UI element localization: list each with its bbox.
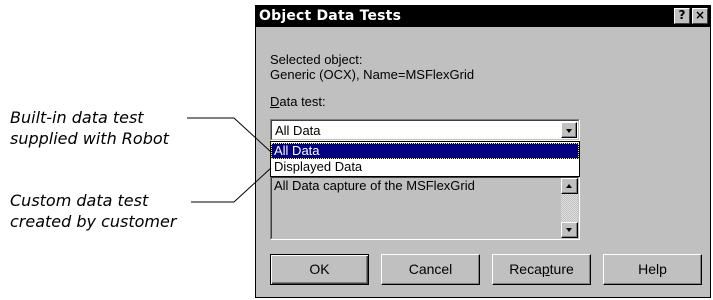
cancel-button[interactable]: Cancel <box>381 254 480 285</box>
data-test-label: Data test: <box>270 94 326 110</box>
builtin-callout-line2: supplied with Robot <box>10 129 169 148</box>
help-button-label: Help <box>638 261 667 277</box>
scroll-down-arrow-icon <box>566 228 572 232</box>
data-test-description-box: All Data capture of the MSFlexGrid <box>270 176 580 240</box>
combobox-dropdown-button[interactable] <box>561 122 577 138</box>
scroll-down-button[interactable] <box>561 222 578 238</box>
help-button[interactable]: Help <box>603 254 702 285</box>
help-icon[interactable]: ? <box>674 8 690 24</box>
scroll-up-button[interactable] <box>561 178 578 194</box>
cancel-button-label: Cancel <box>408 261 453 277</box>
data-test-dropdown-list: All Data Displayed Data <box>270 141 580 177</box>
data-test-combobox-value: All Data <box>275 123 321 138</box>
object-data-tests-dialog: Object Data Tests ? × Selected object: G… <box>255 5 711 298</box>
builtin-callout: Built-in data test supplied with Robot <box>10 107 169 149</box>
scroll-up-arrow-icon <box>566 184 572 188</box>
data-test-label-rest: ata test: <box>279 94 326 109</box>
ok-button[interactable]: OK <box>270 254 369 285</box>
description-scrollbar[interactable] <box>561 178 578 238</box>
dialog-titlebar[interactable]: Object Data Tests ? × <box>256 6 710 27</box>
data-test-combobox[interactable]: All Data <box>270 119 580 141</box>
recapture-label-post: ture <box>549 261 574 277</box>
data-test-description-text: All Data capture of the MSFlexGrid <box>274 178 475 193</box>
recapture-label-pre: Reca <box>509 261 542 277</box>
dropdown-option-displayed-data[interactable]: Displayed Data <box>271 159 579 175</box>
chevron-down-icon <box>566 129 572 133</box>
dialog-title: Object Data Tests <box>259 8 402 24</box>
dropdown-option-all-data[interactable]: All Data <box>271 143 579 159</box>
recapture-button[interactable]: Recapture <box>492 254 591 285</box>
recapture-button-label: Recapture <box>509 261 574 277</box>
data-test-label-hotkey: D <box>270 94 280 109</box>
ok-button-label: OK <box>309 261 330 277</box>
custom-callout-line1: Custom data test <box>10 191 149 210</box>
selected-object-label: Selected object: <box>270 52 363 67</box>
custom-callout-line2: created by customer <box>10 212 177 231</box>
selected-object-value: Generic (OCX), Name=MSFlexGrid <box>270 67 475 82</box>
close-icon[interactable]: × <box>692 8 708 24</box>
custom-callout: Custom data test created by customer <box>10 190 176 232</box>
recapture-label-hotkey: p <box>541 261 550 277</box>
builtin-callout-line1: Built-in data test <box>10 108 144 127</box>
